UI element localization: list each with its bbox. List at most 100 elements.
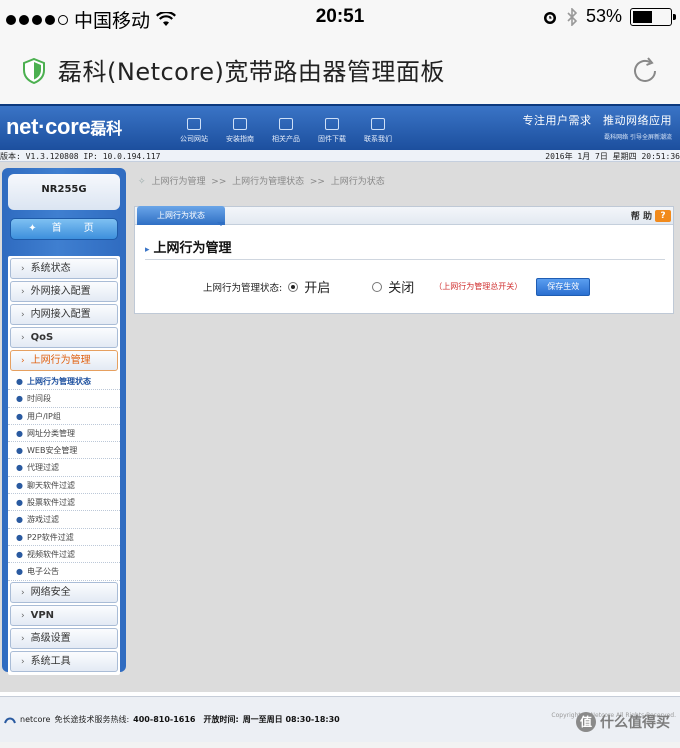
bullet-icon: ● [16,567,23,577]
help-label: 帮 助 [630,212,652,222]
browser-title-bar: 磊科(Netcore)宽带路由器管理面板 [0,36,680,104]
products-icon [279,118,293,130]
chevron-right-icon: › [21,264,25,274]
submenu-label: WEB安全管理 [26,446,78,456]
menu-wan-config[interactable]: › 外网接入配置 [10,281,118,302]
menu-advanced-settings[interactable]: › 高级设置 [10,627,118,649]
submenu-label: 时间段 [26,394,51,404]
submenu-video-filter[interactable]: ● 视频软件过滤 [8,546,120,564]
router-header: net·core磊科 公司网站 安装指南 相关产品 固件下载 联系我们 专注用户… [0,104,680,150]
chevron-right-icon: › [21,310,25,320]
radio-circle [288,281,299,292]
submenu-behavior-status[interactable]: ● 上网行为管理状态 [8,373,120,391]
chevron-right-icon: › [21,287,25,297]
menu-lan-config[interactable]: › 内网接入配置 [10,304,118,325]
menu-system-status[interactable]: › 系统状态 [10,258,118,279]
menu-label: 高级设置 [30,632,71,644]
chevron-right-icon: › [21,633,25,644]
menu-vpn[interactable]: › VPN [10,604,118,626]
battery-percent: 53% [585,6,622,26]
menu-label: 系统状态 [30,263,71,274]
menu-system-tools[interactable]: › 系统工具 [10,650,118,672]
submenu-chat-filter[interactable]: ● 聊天软件过滤 [8,477,120,495]
help-button[interactable]: 帮 助 ? [631,209,671,222]
nav-label: 安装指南 [226,135,254,143]
menu-label: 上网行为管理 [30,355,91,366]
chevron-right-icon: › [21,356,25,366]
chevron-right-icon: › [21,587,25,598]
version-ip: 版本: V1.3.120808 IP: 10.0.194.117 [0,152,161,161]
hotline-brand: netcore [20,715,51,724]
website-icon [187,118,201,130]
chevron-right-icon: › [21,333,25,343]
home-icon: ✦ [28,223,52,234]
nav-company-site[interactable]: 公司网站 [176,118,212,144]
bullet-icon: ● [16,498,23,508]
nav-contact[interactable]: 联系我们 [360,118,396,144]
submenu-user-ip-group[interactable]: ● 用户/IP组 [8,408,120,425]
bullet-icon: ● [16,428,23,438]
hours-label: 开放时间: [203,715,239,724]
nav-label: 联系我们 [364,135,392,143]
tab-behavior-status[interactable]: 上网行为状态 [137,206,225,226]
top-nav: 公司网站 安装指南 相关产品 固件下载 联系我们 [176,118,396,144]
submenu-p2p-filter[interactable]: ● P2P软件过滤 [8,529,120,546]
watermark: 值 什么值得买 [576,712,670,732]
radio-label: 开启 [304,281,331,296]
submenu-bulletin[interactable]: ● 电子公告 [8,563,120,581]
submenu-label: 电子公告 [26,567,59,577]
radio-enable[interactable]: 开启 [288,277,330,296]
radio-circle [372,281,383,292]
menu-label: VPN [30,609,55,621]
submenu-web-security[interactable]: ● WEB安全管理 [8,442,120,460]
submenu-proxy-filter[interactable]: ● 代理过滤 [8,459,120,477]
save-button[interactable]: 保存生效 [536,277,591,296]
download-icon [325,118,339,130]
slogan-small: 磊科网络 引导全屏新潮流 [604,134,672,141]
breadcrumb-item: 上网行为管理状态 [232,177,305,187]
nav-firmware-download[interactable]: 固件下载 [314,118,350,144]
phone-icon [4,717,16,723]
main-area: NR255G ✦ 首 页 › 系统状态 › 外网接入配置 › 内网接入配置 › QoS … [0,162,680,692]
section-marker-icon: ▸ [145,245,150,255]
nav-label: 固件下载 [318,135,346,143]
bullet-icon: ● [16,532,23,542]
menu-label: 系统工具 [30,655,71,667]
sidebar: NR255G ✦ 首 页 › 系统状态 › 外网接入配置 › 内网接入配置 › QoS … [2,168,126,675]
nav-install-guide[interactable]: 安装指南 [222,118,258,144]
submenu-label: 用户/IP组 [26,411,61,421]
bullet-icon: ● [16,480,23,490]
radio-label: 关闭 [388,281,415,296]
breadcrumb: ✧ 上网行为管理 >> 上网行为管理状态 >> 上网行为状态 [134,170,670,194]
nav-products[interactable]: 相关产品 [268,118,304,144]
submenu-url-category[interactable]: ● 网址分类管理 [8,425,120,443]
bullet-icon: ● [16,377,23,386]
chevron-right-icon: › [21,656,25,667]
submenu-label: 游戏过滤 [26,515,59,525]
bullet-icon: ● [16,549,23,559]
menu-behavior-management[interactable]: › 上网行为管理 [10,350,118,371]
watermark-logo-icon: 值 [576,712,596,732]
hotline-number: 400-810-1616 [133,715,196,724]
chevron-right-icon: › [21,610,25,621]
help-icon: ? [655,209,671,222]
hotline: netcore 免长途技术服务热线: 400-810-1616 开放时间: 周一… [4,714,340,725]
logo-text: net·core [6,114,91,139]
submenu-label: 聊天软件过滤 [26,480,75,490]
submenu-time-period[interactable]: ● 时间段 [8,390,120,408]
menu-qos[interactable]: › QoS [10,327,118,348]
menu-network-security[interactable]: › 网络安全 [10,581,118,603]
menu-label: 外网接入配置 [30,286,91,297]
hotline-label: 免长途技术服务热线: [54,715,130,724]
bullet-icon: ● [16,463,23,473]
status-row: 上网行为管理状态: 开启 关闭 （上网行为管理总开关） 保存生效 [203,277,591,296]
submenu-game-filter[interactable]: ● 游戏过滤 [8,511,120,529]
breadcrumb-separator: >> [211,177,227,187]
home-button[interactable]: ✦ 首 页 [10,218,118,240]
submenu-stock-filter[interactable]: ● 股票软件过滤 [8,494,120,512]
section-title-text: 上网行为管理 [153,241,232,256]
bullet-icon: ● [16,515,23,525]
page-title: 磊科(Netcore)宽带路由器管理面板 [58,58,445,86]
reload-icon[interactable] [628,54,662,88]
radio-disable[interactable]: 关闭 [372,277,414,296]
